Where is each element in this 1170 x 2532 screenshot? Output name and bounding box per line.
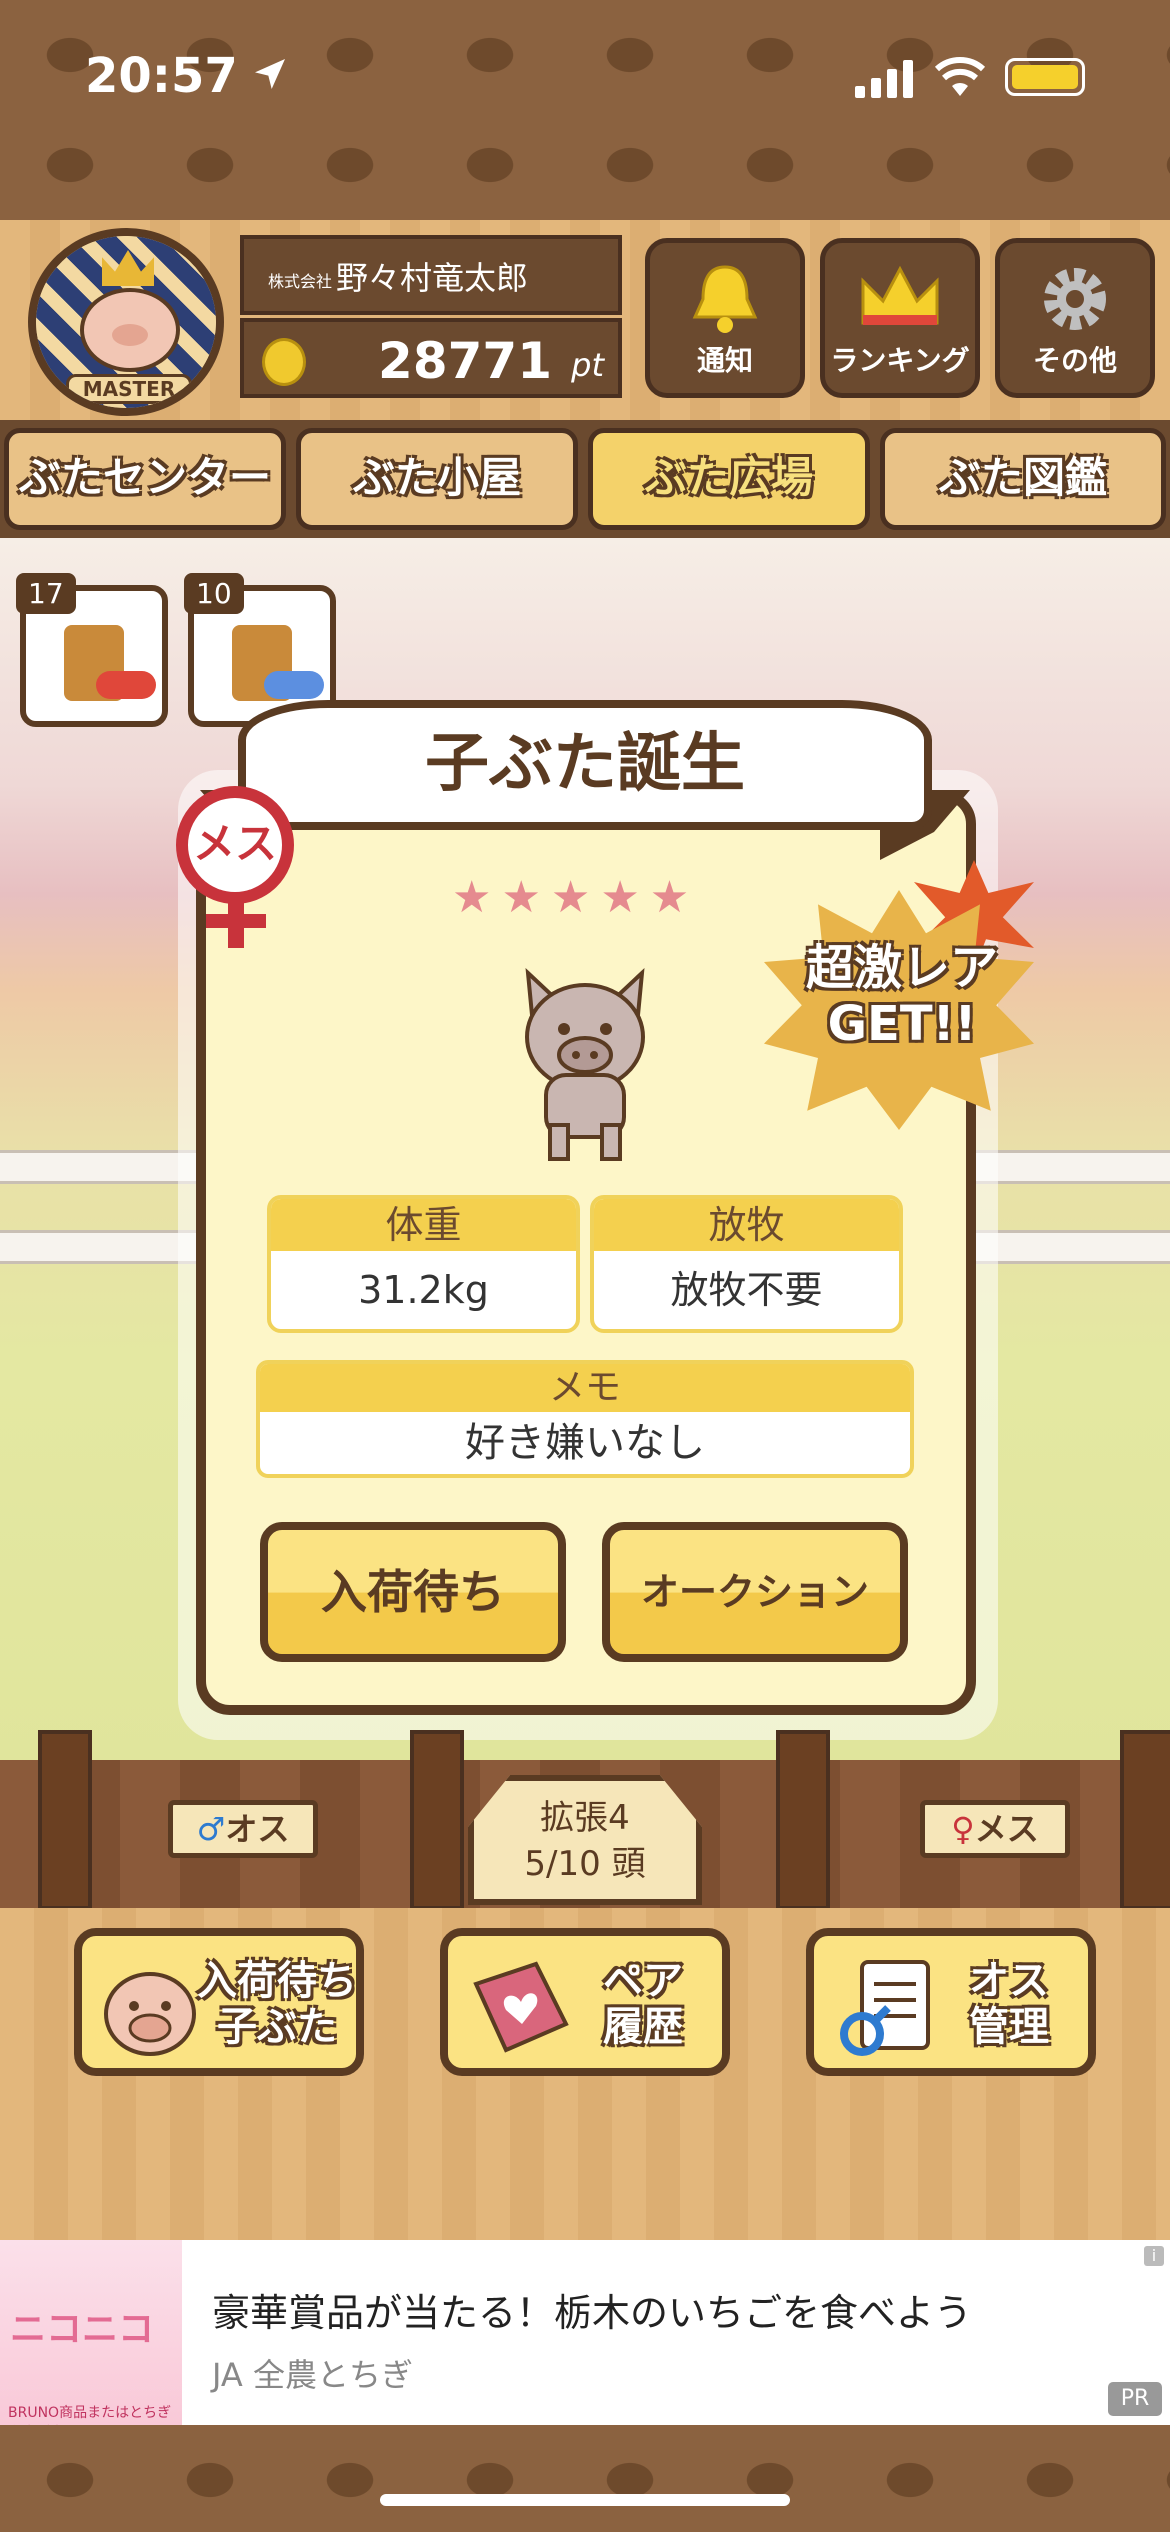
female-medicine-count: 17 (16, 573, 76, 614)
wait-for-arrival-button[interactable]: 入荷待ち (260, 1522, 566, 1662)
other-button[interactable]: その他 (995, 238, 1155, 398)
piglet-icon (104, 1972, 196, 2056)
male-management-line2: 管理 (969, 2004, 1049, 2050)
points-value: 28771 (378, 332, 552, 390)
cellular-signal-icon (855, 60, 913, 98)
player-name-box: 株式会社 野々村竜太郎 (240, 235, 622, 315)
ad-image-text: ニコニコ (10, 2309, 155, 2350)
notification-button[interactable]: 通知 (645, 238, 805, 398)
pair-history-button[interactable]: ペア 履歴 (440, 1928, 730, 2076)
wifi-icon (935, 57, 985, 96)
rarity-stars: ★★★★★ (452, 872, 700, 923)
notification-label: 通知 (696, 344, 753, 377)
expand-level: 拡張4 (540, 1798, 630, 1838)
points-box: 28771 pt (240, 318, 622, 398)
master-rank-label: MASTER (66, 374, 192, 404)
auction-button[interactable]: オークション (602, 1522, 908, 1662)
company-prefix: 株式会社 (268, 272, 333, 291)
ad-title[interactable]: 豪華賞品が当たる！栃木のいちごを食べよう (212, 2282, 972, 2337)
bell-icon (692, 265, 758, 333)
status-time: 20:57 (85, 48, 238, 104)
waiting-piglets-line2: 子ぶた (217, 2004, 337, 2050)
tab-buta-zukan[interactable]: ぶた図鑑 (880, 428, 1166, 530)
other-label: その他 (1032, 344, 1117, 377)
tab-buta-koya[interactable]: ぶた小屋 (296, 428, 578, 530)
ad-image[interactable]: ニコニコ BRUNO商品またはとちぎ和牛が当たる！ (0, 2240, 182, 2441)
pen-capacity: 5/10 頭 (524, 1844, 646, 1884)
rarity-line2: GET!! (827, 996, 977, 1052)
ranking-button[interactable]: ランキング (820, 238, 980, 398)
memo-value: 好き嫌いなし (465, 1420, 705, 1466)
tab-buta-center[interactable]: ぶたセンター (4, 428, 286, 530)
player-name: 野々村竜太郎 (336, 259, 529, 297)
memo-label: メモ (260, 1364, 910, 1412)
ad-source: JA 全農とちぎ (212, 2356, 413, 2394)
bottom-background-pattern (0, 2425, 1170, 2532)
battery-icon (1005, 58, 1085, 96)
pig-face-icon (80, 288, 180, 372)
rarity-line1: 超激レア (805, 940, 998, 996)
pair-history-line2: 履歴 (603, 2004, 683, 2050)
male-pen-sign: ♂オス (168, 1800, 318, 1858)
female-gender-badge: メス (170, 780, 310, 948)
female-medicine-badge[interactable]: 17 (16, 573, 168, 727)
dialog-title: 子ぶた誕生 (238, 700, 932, 830)
weight-value: 31.2kg (358, 1268, 489, 1312)
ad-info-icon[interactable]: i (1144, 2246, 1164, 2266)
memo-panel: メモ 好き嫌いなし (256, 1360, 914, 1478)
female-pen-label: メス (974, 1810, 1039, 1848)
weight-label: 体重 (271, 1199, 576, 1251)
piglet-image (525, 967, 645, 1161)
home-indicator[interactable] (380, 2494, 790, 2506)
female-gender-label: メス (176, 786, 294, 904)
male-medicine-count: 10 (184, 573, 244, 614)
pair-history-line1: ペア (603, 1958, 683, 2004)
pasture-panel: 放牧 放牧不要 (590, 1195, 903, 1333)
male-pen-label: オス (225, 1810, 290, 1848)
pasture-label: 放牧 (594, 1199, 899, 1251)
waiting-piglets-button[interactable]: 入荷待ち 子ぶた (74, 1928, 364, 2076)
player-avatar[interactable]: MASTER (28, 228, 224, 416)
pen-expand-sign[interactable]: 拡張4 5/10 頭 (468, 1775, 702, 1905)
coin-icon (262, 338, 306, 386)
crown-icon (861, 265, 939, 325)
female-pen-sign: ♀メス (920, 1800, 1070, 1858)
points-unit: pt (571, 346, 604, 384)
male-management-button[interactable]: オス 管理 (806, 1928, 1096, 2076)
male-management-line1: オス (969, 1958, 1049, 2004)
ranking-label: ランキング (830, 344, 970, 377)
super-rare-burst: 超激レア GET!! (764, 860, 1054, 1130)
gear-icon (1044, 268, 1106, 330)
ad-pr-badge: PR (1108, 2382, 1162, 2416)
waiting-piglets-line1: 入荷待ち (197, 1958, 357, 2004)
weight-panel: 体重 31.2kg (267, 1195, 580, 1333)
pasture-value: 放牧不要 (670, 1268, 823, 1312)
status-bar: 20:57 (0, 0, 1170, 150)
tab-buta-hiroba[interactable]: ぶた広場 (588, 428, 870, 530)
location-arrow-icon (255, 59, 285, 89)
